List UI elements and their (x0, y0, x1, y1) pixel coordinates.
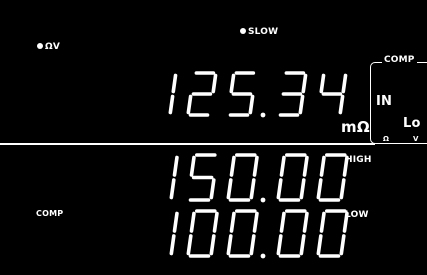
decimal-point (260, 253, 266, 259)
digit-0 (276, 153, 309, 202)
digit-0 (316, 209, 349, 258)
digit-0 (186, 209, 219, 258)
digit-1 (169, 211, 179, 256)
comp-ohm-label: Ω (383, 135, 390, 143)
high-limit-reading (169, 153, 349, 203)
digit-4 (319, 73, 348, 115)
comp-volt-label: V (413, 135, 419, 143)
digit-5 (228, 71, 256, 117)
meter-display: SLOW ΩV mΩ HIGH LOW COMP COMP IN Lo Ω V (0, 0, 427, 275)
comp-panel-title: COMP (382, 55, 417, 65)
main-reading (168, 71, 348, 118)
digit-0 (226, 209, 259, 258)
segment-readouts (168, 71, 349, 259)
digit-0 (226, 153, 259, 202)
low-label: LOW (345, 210, 369, 220)
comp-status: IN (376, 94, 393, 109)
decimal-point (260, 112, 266, 118)
digit-1 (168, 73, 178, 115)
comp-indicator: COMP (36, 209, 64, 218)
digit-5 (188, 153, 217, 202)
comp-state: Lo (403, 116, 421, 131)
divider-line (0, 143, 375, 145)
digit-2 (186, 71, 218, 117)
main-unit: mΩ (341, 118, 370, 136)
decimal-point (260, 197, 266, 203)
digit-0 (276, 209, 309, 258)
digit-3 (278, 71, 308, 117)
low-limit-reading (169, 209, 349, 259)
digit-1 (169, 155, 179, 200)
digit-0 (316, 153, 349, 202)
high-label: HIGH (345, 155, 372, 165)
